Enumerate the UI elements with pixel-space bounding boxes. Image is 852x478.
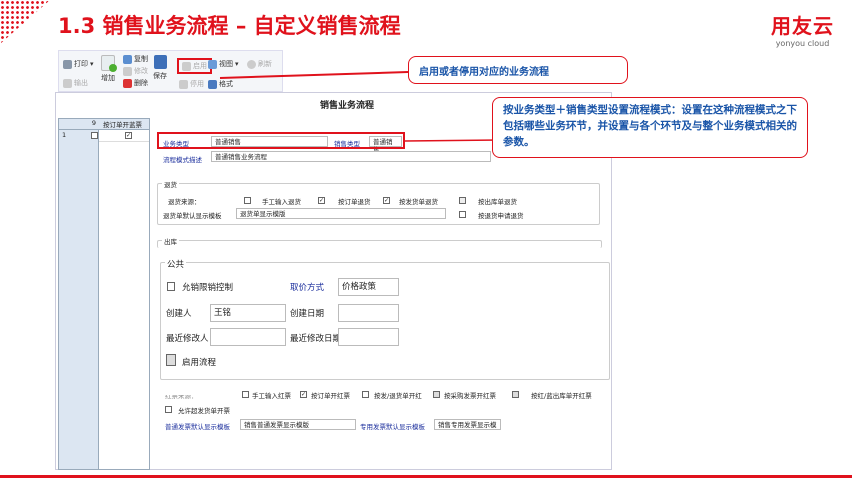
callout-mode: 按业务类型＋销售类型设置流程模式：设置在这种流程模式之下包括哪些业务环节，并设置…	[492, 97, 808, 158]
callout-enable: 启用或者停用对应的业务流程	[408, 56, 628, 84]
